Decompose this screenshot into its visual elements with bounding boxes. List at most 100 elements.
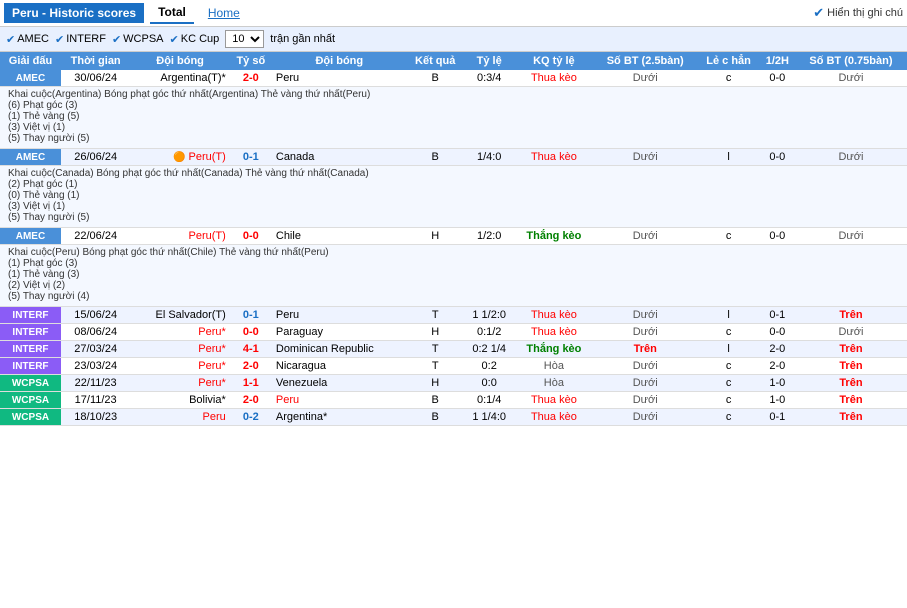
team2-cell: Dominican Republic bbox=[272, 341, 407, 358]
competition-cell: INTERF bbox=[0, 324, 61, 341]
date-cell: 22/06/24 bbox=[61, 228, 130, 245]
filter-amec[interactable]: ✔ AMEC bbox=[6, 33, 49, 46]
filter-kccup[interactable]: ✔ KC Cup bbox=[170, 33, 220, 46]
team1-cell: Argentina(T)* bbox=[130, 70, 229, 87]
ratio-cell: 1/2:0 bbox=[464, 228, 515, 245]
filter-wcpsa[interactable]: ✔ WCPSA bbox=[112, 33, 164, 46]
detail-cell: Khai cuộc(Argentina) Bóng phạt góc thứ n… bbox=[0, 87, 907, 149]
result-cell: B bbox=[407, 409, 464, 426]
team2-cell: Peru bbox=[272, 70, 407, 87]
team2-cell: Paraguay bbox=[272, 324, 407, 341]
col-le-chan: Lẻ c hẳn bbox=[697, 52, 760, 70]
so-bt-cell: Dưới bbox=[593, 149, 697, 166]
wcpsa-label: WCPSA bbox=[123, 33, 163, 45]
kccup-check-icon: ✔ bbox=[170, 33, 179, 46]
result-cell: B bbox=[407, 70, 464, 87]
team2-cell: Peru bbox=[272, 307, 407, 324]
competition-cell: INTERF bbox=[0, 341, 61, 358]
col-doi-bong-2: Đội bóng bbox=[272, 52, 407, 70]
detail-row: Khai cuộc(Argentina) Bóng phạt góc thứ n… bbox=[0, 87, 907, 149]
team2-cell: Argentina* bbox=[272, 409, 407, 426]
so-bt-cell: Dưới bbox=[593, 358, 697, 375]
table-row: INTERF 23/03/24 Peru* 2-0 Nicaragua T 0:… bbox=[0, 358, 907, 375]
ratio-cell: 0:3/4 bbox=[464, 70, 515, 87]
ratio-cell: 0:1/2 bbox=[464, 324, 515, 341]
kq-ratio-cell: Thua kèo bbox=[515, 409, 593, 426]
table-row: INTERF 27/03/24 Peru* 4-1 Dominican Repu… bbox=[0, 341, 907, 358]
date-cell: 23/03/24 bbox=[61, 358, 130, 375]
so-bt2-cell: Trên bbox=[795, 358, 907, 375]
tab-total[interactable]: Total bbox=[150, 2, 194, 24]
table-row: INTERF 15/06/24 El Salvador(T) 0-1 Peru … bbox=[0, 307, 907, 324]
checkbox-icon: ✔ bbox=[813, 5, 824, 21]
match-count-select[interactable]: 10 20 30 bbox=[225, 30, 264, 48]
so-bt-cell: Dưới bbox=[593, 307, 697, 324]
wcpsa-check-icon: ✔ bbox=[112, 33, 121, 46]
col-kq-ty-le: KQ tỷ lệ bbox=[515, 52, 593, 70]
col-ty-le: Tỷ lệ bbox=[464, 52, 515, 70]
score-cell: 0-1 bbox=[230, 307, 272, 324]
result-cell: H bbox=[407, 375, 464, 392]
half-cell: 1-0 bbox=[760, 392, 795, 409]
score-cell: 4-1 bbox=[230, 341, 272, 358]
table-row: AMEC 22/06/24 Peru(T) 0-0 Chile H 1/2:0 … bbox=[0, 228, 907, 245]
le-chan-cell: l bbox=[697, 149, 760, 166]
score-cell: 0-1 bbox=[230, 149, 272, 166]
col-thoi-gian: Thời gian bbox=[61, 52, 130, 70]
ratio-cell: 0:2 bbox=[464, 358, 515, 375]
score-cell: 0-0 bbox=[230, 228, 272, 245]
kq-ratio-cell: Thắng kèo bbox=[515, 341, 593, 358]
filter-interf[interactable]: ✔ INTERF bbox=[55, 33, 106, 46]
result-cell: T bbox=[407, 358, 464, 375]
le-chan-cell: c bbox=[697, 324, 760, 341]
half-cell: 1-0 bbox=[760, 375, 795, 392]
score-cell: 2-0 bbox=[230, 358, 272, 375]
score-cell: 2-0 bbox=[230, 392, 272, 409]
le-chan-cell: l bbox=[697, 307, 760, 324]
ratio-cell: 0:1/4 bbox=[464, 392, 515, 409]
date-cell: 18/10/23 bbox=[61, 409, 130, 426]
team2-cell: Venezuela bbox=[272, 375, 407, 392]
table-row: WCPSA 17/11/23 Bolivia* 2-0 Peru B 0:1/4… bbox=[0, 392, 907, 409]
date-cell: 17/11/23 bbox=[61, 392, 130, 409]
half-cell: 2-0 bbox=[760, 358, 795, 375]
score-cell: 2-0 bbox=[230, 70, 272, 87]
kq-ratio-cell: Thua kèo bbox=[515, 392, 593, 409]
score-cell: 0-2 bbox=[230, 409, 272, 426]
half-cell: 0-1 bbox=[760, 307, 795, 324]
score-cell: 1-1 bbox=[230, 375, 272, 392]
team1-cell: El Salvador(T) bbox=[130, 307, 229, 324]
half-cell: 2-0 bbox=[760, 341, 795, 358]
le-chan-cell: l bbox=[697, 341, 760, 358]
so-bt2-cell: Trên bbox=[795, 375, 907, 392]
le-chan-cell: c bbox=[697, 358, 760, 375]
team2-cell: Peru bbox=[272, 392, 407, 409]
competition-cell: WCPSA bbox=[0, 392, 61, 409]
ratio-cell: 0:0 bbox=[464, 375, 515, 392]
date-cell: 26/06/24 bbox=[61, 149, 130, 166]
score-cell: 0-0 bbox=[230, 324, 272, 341]
date-cell: 30/06/24 bbox=[61, 70, 130, 87]
competition-cell: WCPSA bbox=[0, 409, 61, 426]
team1-cell: Peru* bbox=[130, 375, 229, 392]
team1-cell: Peru(T) bbox=[130, 228, 229, 245]
tab-home[interactable]: Home bbox=[200, 3, 248, 23]
tran-gan-nhat-label: trận gần nhất bbox=[270, 33, 335, 45]
result-cell: B bbox=[407, 149, 464, 166]
le-chan-cell: c bbox=[697, 228, 760, 245]
competition-cell: AMEC bbox=[0, 70, 61, 87]
half-cell: 0-0 bbox=[760, 324, 795, 341]
date-cell: 27/03/24 bbox=[61, 341, 130, 358]
ratio-cell: 1/4:0 bbox=[464, 149, 515, 166]
hien-thi-section: ✔ Hiển thị ghi chú bbox=[813, 5, 903, 21]
half-cell: 0-1 bbox=[760, 409, 795, 426]
table-row: AMEC 26/06/24 🟠 Peru(T) 0-1 Canada B 1/4… bbox=[0, 149, 907, 166]
header-bar: Peru - Historic scores Total Home ✔ Hiển… bbox=[0, 0, 907, 27]
kq-ratio-cell: Thua kèo bbox=[515, 307, 593, 324]
date-cell: 22/11/23 bbox=[61, 375, 130, 392]
kq-ratio-cell: Thua kèo bbox=[515, 70, 593, 87]
date-cell: 08/06/24 bbox=[61, 324, 130, 341]
so-bt-cell: Dưới bbox=[593, 392, 697, 409]
le-chan-cell: c bbox=[697, 375, 760, 392]
half-cell: 0-0 bbox=[760, 70, 795, 87]
